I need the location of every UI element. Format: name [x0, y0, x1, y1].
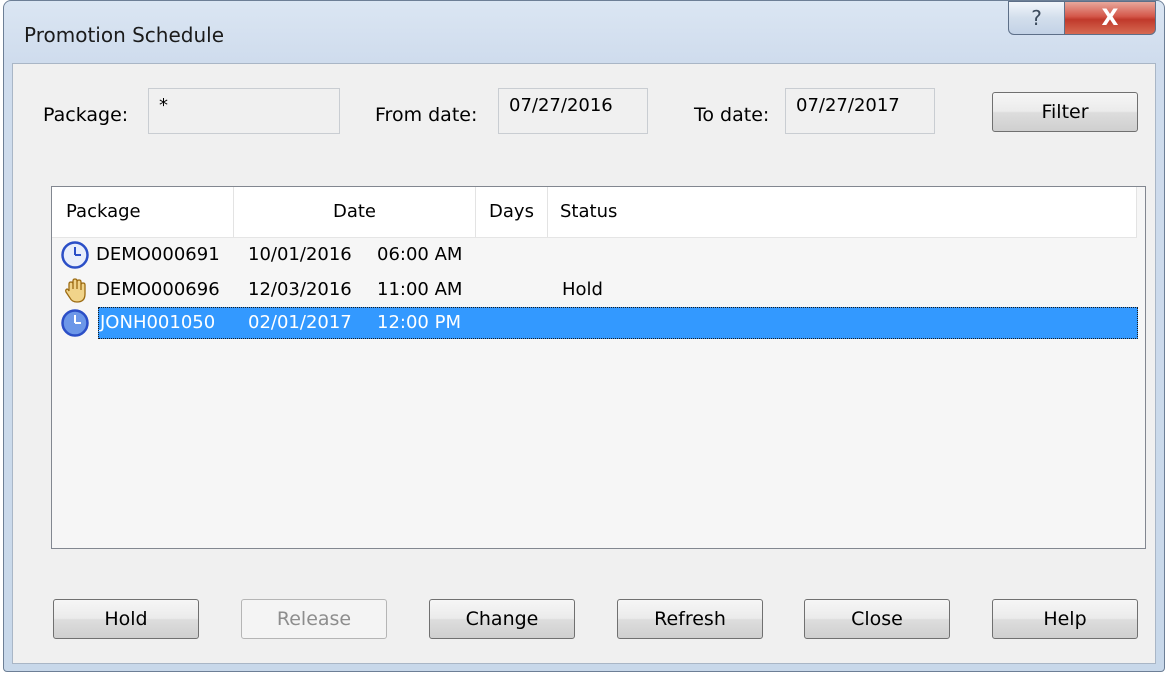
to-date-field[interactable]: 07/27/2017	[785, 88, 935, 134]
question-mark-icon: ?	[1031, 6, 1042, 30]
clock-icon	[61, 309, 89, 337]
list-header: Package Date Days Status	[52, 187, 1137, 238]
help-caption-button[interactable]: ?	[1008, 1, 1065, 35]
column-header-status[interactable]: Status	[548, 187, 1137, 237]
close-button[interactable]: Close	[804, 599, 950, 639]
hold-button[interactable]: Hold	[53, 599, 199, 639]
from-date-field[interactable]: 07/27/2016	[498, 88, 648, 134]
refresh-button[interactable]: Refresh	[617, 599, 763, 639]
hand-hold-icon	[65, 278, 86, 303]
change-button[interactable]: Change	[429, 599, 575, 639]
row-date: 10/01/2016	[248, 244, 352, 265]
row-time: 11:00 AM	[377, 279, 463, 300]
window-title: Promotion Schedule	[24, 23, 225, 47]
table-row-selected[interactable]: JONH001050 02/01/2017 12:00 PM	[54, 307, 1139, 339]
from-date-label: From date:	[375, 104, 478, 126]
row-time: 06:00 AM	[377, 244, 463, 265]
column-header-days[interactable]: Days	[476, 187, 548, 237]
clock-icon	[61, 241, 89, 269]
filter-button[interactable]: Filter	[992, 92, 1138, 132]
package-label: Package:	[43, 104, 129, 126]
dialog-client-area: Package: * From date: 07/27/2016 To date…	[12, 63, 1156, 664]
row-package: DEMO000691	[96, 244, 220, 265]
row-package: JONH001050	[100, 312, 216, 333]
column-header-package[interactable]: Package	[52, 187, 234, 237]
row-package: DEMO000696	[96, 279, 220, 300]
package-field[interactable]: *	[148, 88, 340, 134]
help-button[interactable]: Help	[992, 599, 1138, 639]
schedule-list[interactable]: Package Date Days Status DEMO000691 10/0…	[51, 186, 1146, 549]
table-row[interactable]: DEMO000696 12/03/2016 11:00 AM Hold	[54, 274, 1139, 306]
row-status: Hold	[562, 279, 603, 300]
close-icon: X	[1101, 5, 1119, 31]
release-button[interactable]: Release	[241, 599, 387, 639]
row-date: 12/03/2016	[248, 279, 352, 300]
row-date: 02/01/2017	[248, 312, 352, 333]
to-date-label: To date:	[694, 104, 770, 126]
promotion-schedule-dialog: Promotion Schedule ? X Package: * From d…	[3, 0, 1165, 672]
row-time: 12:00 PM	[377, 312, 461, 333]
close-caption-button[interactable]: X	[1064, 1, 1156, 35]
column-header-date[interactable]: Date	[234, 187, 476, 237]
table-row[interactable]: DEMO000691 10/01/2016 06:00 AM	[54, 239, 1139, 271]
title-bar[interactable]: Promotion Schedule ? X	[4, 1, 1164, 63]
